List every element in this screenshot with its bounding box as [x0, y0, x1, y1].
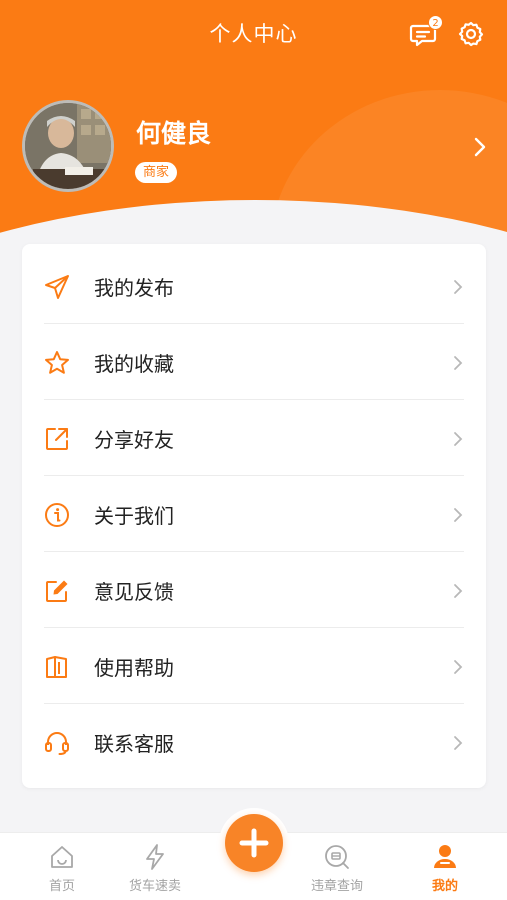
menu-label: 联系客服	[94, 732, 174, 756]
menu-item-help[interactable]: 使用帮助	[22, 628, 486, 704]
chevron-right-icon	[454, 736, 463, 750]
menu-label: 我的发布	[94, 276, 174, 300]
chevron-right-icon	[454, 432, 463, 446]
book-icon	[46, 656, 67, 678]
search-car-icon	[325, 845, 349, 869]
role-badge: 商家	[135, 162, 178, 183]
menu-label: 使用帮助	[94, 656, 174, 680]
messages-button[interactable]: 2	[408, 15, 443, 50]
tab-label: 违章查询	[310, 879, 363, 894]
tab-mine[interactable]: 我的	[395, 833, 495, 900]
tab-quick-sale[interactable]: 货车速卖	[105, 833, 205, 900]
menu-label: 意见反馈	[94, 580, 174, 604]
info-icon	[45, 503, 69, 527]
menu-item-customer-service[interactable]: 联系客服	[22, 704, 486, 780]
star-icon	[45, 351, 69, 374]
avatar-image	[25, 103, 111, 189]
gear-icon	[458, 21, 484, 47]
user-icon	[434, 845, 456, 868]
message-count-badge: 2	[428, 15, 443, 30]
tab-home[interactable]: 首页	[12, 833, 112, 900]
edit-icon	[46, 580, 68, 602]
share-icon	[46, 428, 68, 450]
tab-violation-query[interactable]: 违章查询	[287, 833, 387, 900]
headset-icon	[45, 732, 69, 755]
tab-label: 首页	[48, 879, 75, 894]
menu-item-favorites[interactable]: 我的收藏	[22, 324, 486, 400]
menu-item-about[interactable]: 关于我们	[22, 476, 486, 552]
menu-label: 我的收藏	[94, 352, 174, 376]
chevron-right-icon	[454, 660, 463, 674]
avatar[interactable]	[22, 100, 114, 192]
menu-label: 关于我们	[94, 504, 174, 528]
settings-button[interactable]	[457, 20, 485, 48]
menu-item-share[interactable]: 分享好友	[22, 400, 486, 476]
publish-button[interactable]	[225, 814, 283, 872]
chevron-right-icon	[454, 508, 463, 522]
plus-icon	[239, 828, 269, 858]
chevron-right-icon	[454, 280, 463, 294]
chevron-right-icon	[454, 356, 463, 370]
chevron-right-icon[interactable]	[472, 136, 488, 158]
tab-label: 我的	[431, 879, 458, 894]
user-name: 何健良	[136, 119, 212, 148]
lightning-icon	[146, 844, 164, 870]
profile-section[interactable]: 何健良 商家	[0, 98, 507, 198]
chevron-right-icon	[454, 584, 463, 598]
menu-item-my-posts[interactable]: 我的发布	[22, 248, 486, 324]
home-icon	[51, 846, 73, 868]
send-icon	[45, 275, 69, 299]
menu-label: 分享好友	[94, 428, 174, 452]
menu-card: 我的发布 我的收藏 分享好友 关于我们 意见反馈 使用帮助 联系客服	[22, 244, 486, 788]
menu-item-feedback[interactable]: 意见反馈	[22, 552, 486, 628]
tab-label: 货车速卖	[128, 879, 181, 894]
